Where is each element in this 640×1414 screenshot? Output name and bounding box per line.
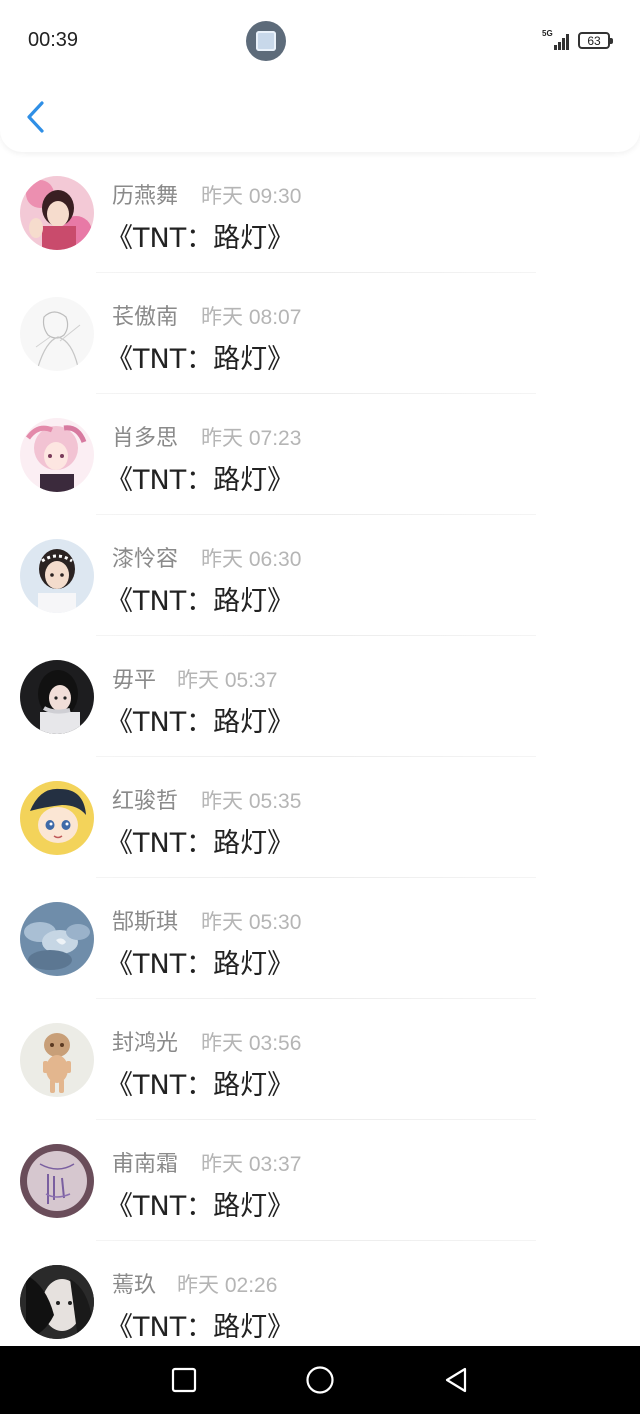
list-item[interactable]: 蔫玖 昨天 02:26 《TNT：路灯》: [0, 1241, 640, 1362]
message-time: 昨天 06:30: [201, 548, 302, 571]
signal-icon: 5G: [542, 29, 572, 50]
avatar: [20, 297, 94, 371]
list-item[interactable]: 甫南霜 昨天 03:37 《TNT：路灯》: [0, 1120, 640, 1241]
message-time: 昨天 05:30: [201, 911, 302, 934]
message-time: 昨天 03:37: [201, 1153, 302, 1176]
message-text: 《TNT：路灯》: [106, 344, 295, 375]
avatar: [20, 1265, 94, 1339]
sender-name: 封鸿光: [112, 1031, 179, 1056]
message-text: 《TNT：路灯》: [106, 586, 295, 617]
square-icon: [171, 1367, 197, 1393]
message-text: 《TNT：路灯》: [106, 707, 295, 738]
message-time: 昨天 02:26: [177, 1274, 278, 1297]
avatar: [20, 418, 94, 492]
sender-name: 苌傲南: [112, 305, 179, 330]
message-text: 《TNT：路灯》: [106, 949, 295, 980]
sender-name: 红骏哲: [112, 789, 179, 814]
status-time: 00:39: [28, 29, 79, 51]
list-item[interactable]: 红骏哲 昨天 05:35 《TNT：路灯》: [0, 757, 640, 878]
chevron-left-icon: [27, 101, 44, 133]
battery-level: 63: [587, 33, 601, 48]
battery-icon: 63: [578, 32, 613, 49]
sender-name: 甫南霜: [112, 1152, 179, 1177]
message-time: 昨天 05:35: [201, 790, 302, 813]
list-item[interactable]: 漆怜容 昨天 06:30 《TNT：路灯》: [0, 515, 640, 636]
message-text: 《TNT：路灯》: [106, 1070, 295, 1101]
sender-name: 漆怜容: [112, 547, 179, 572]
list-item[interactable]: 苌傲南 昨天 08:07 《TNT：路灯》: [0, 273, 640, 394]
avatar: [20, 1023, 94, 1097]
system-back-button[interactable]: [436, 1360, 476, 1400]
list-item[interactable]: 毋平 昨天 05:37 《TNT：路灯》: [0, 636, 640, 757]
message-text: 《TNT：路灯》: [106, 223, 295, 254]
message-text: 《TNT：路灯》: [106, 828, 295, 859]
sender-name: 历燕舞: [112, 184, 179, 209]
list-item[interactable]: 肖多思 昨天 07:23 《TNT：路灯》: [0, 394, 640, 515]
screen: 00:39 5G 63 历燕舞 昨天 09:30 《TNT：路灯》 苌傲南 昨天…: [0, 0, 640, 1414]
list-item[interactable]: 封鸿光 昨天 03:56 《TNT：路灯》: [0, 999, 640, 1120]
header: 00:39 5G 63: [0, 0, 640, 152]
avatar: [20, 539, 94, 613]
message-text: 《TNT：路灯》: [106, 1191, 295, 1222]
sender-name: 肖多思: [112, 426, 179, 451]
avatar: [20, 176, 94, 250]
app-notification-icon: [246, 21, 286, 61]
message-time: 昨天 09:30: [201, 185, 302, 208]
network-type: 5G: [542, 29, 553, 38]
message-text: 《TNT：路灯》: [106, 1312, 295, 1343]
message-time: 昨天 05:37: [177, 669, 278, 692]
message-time: 昨天 08:07: [201, 306, 302, 329]
list-item[interactable]: 历燕舞 昨天 09:30 《TNT：路灯》: [0, 152, 640, 273]
message-list: 历燕舞 昨天 09:30 《TNT：路灯》 苌傲南 昨天 08:07 《TNT：…: [0, 152, 640, 1362]
sender-name: 郜斯琪: [112, 910, 179, 935]
message-time: 昨天 07:23: [201, 427, 302, 450]
avatar: [20, 660, 94, 734]
system-navigation-bar: [0, 1346, 640, 1414]
message-time: 昨天 03:56: [201, 1032, 302, 1055]
triangle-back-icon: [445, 1367, 467, 1393]
avatar: [20, 1144, 94, 1218]
home-button[interactable]: [300, 1360, 340, 1400]
recent-apps-button[interactable]: [164, 1360, 204, 1400]
circle-icon: [306, 1366, 334, 1394]
message-text: 《TNT：路灯》: [106, 465, 295, 496]
sender-name: 毋平: [112, 668, 157, 693]
avatar: [20, 902, 94, 976]
avatar: [20, 781, 94, 855]
list-item[interactable]: 郜斯琪 昨天 05:30 《TNT：路灯》: [0, 878, 640, 999]
back-button[interactable]: [18, 96, 52, 138]
sender-name: 蔫玖: [112, 1273, 157, 1298]
